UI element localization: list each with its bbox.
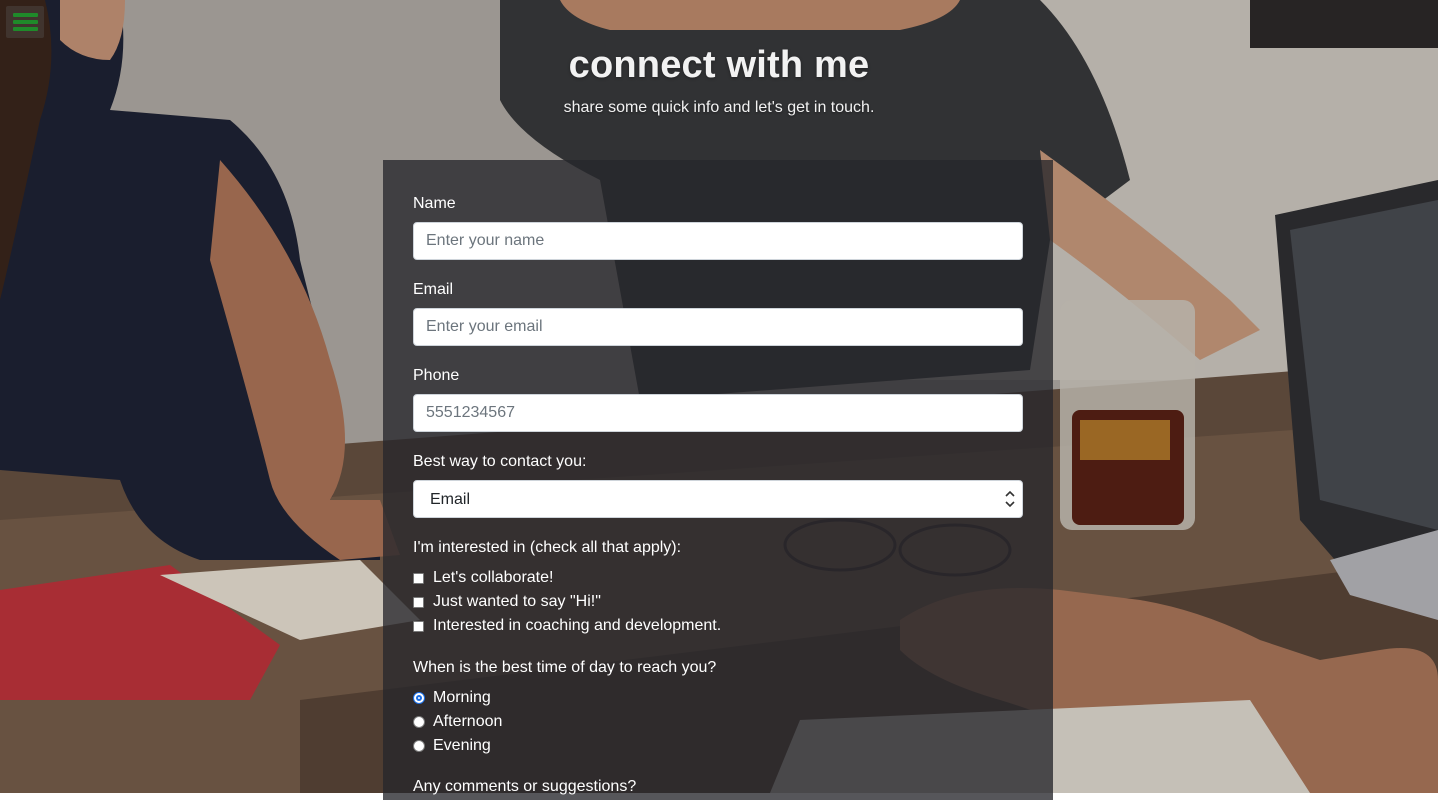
time-option[interactable]: Evening: [413, 735, 491, 757]
page-header: connect with me share some quick info an…: [0, 40, 1438, 120]
contact-method-selected: Email: [430, 491, 471, 508]
chevron-updown-icon: [1005, 490, 1015, 508]
interests-label: I'm interested in (check all that apply)…: [413, 539, 682, 556]
hamburger-bar: [13, 27, 38, 31]
contact-method-label: Best way to contact you:: [413, 453, 587, 470]
interest-option-label: Interested in coaching and development.: [433, 617, 722, 634]
time-option-label: Morning: [433, 689, 491, 706]
radio-button[interactable]: [413, 716, 425, 728]
checkbox[interactable]: [413, 572, 424, 584]
radio-button[interactable]: [413, 692, 425, 704]
interest-option-label: Let's collaborate!: [433, 569, 554, 586]
name-label: Name: [413, 195, 456, 212]
time-option-label: Afternoon: [433, 713, 503, 730]
time-option[interactable]: Afternoon: [413, 711, 502, 733]
hamburger-icon[interactable]: [6, 6, 44, 38]
hamburger-bar: [13, 13, 38, 17]
interest-option[interactable]: Just wanted to say "Hi!": [413, 591, 601, 613]
time-option-label: Evening: [433, 737, 491, 754]
radio-button[interactable]: [413, 740, 425, 752]
interest-option-label: Just wanted to say "Hi!": [433, 593, 601, 610]
hamburger-bar: [13, 20, 38, 24]
interest-option[interactable]: Let's collaborate!: [413, 567, 553, 589]
comments-label: Any comments or suggestions?: [413, 778, 637, 795]
page-title: connect with me: [568, 44, 870, 86]
name-input[interactable]: [413, 222, 1023, 260]
checkbox[interactable]: [413, 620, 424, 632]
email-label: Email: [413, 281, 454, 298]
interest-option[interactable]: Interested in coaching and development.: [413, 615, 721, 637]
checkbox[interactable]: [413, 596, 424, 608]
email-input[interactable]: [413, 308, 1023, 346]
page-subtitle: share some quick info and let's get in t…: [563, 99, 875, 116]
contact-form: Name Email Phone Best way to contact you…: [383, 160, 1053, 800]
contact-method-select[interactable]: Email: [413, 480, 1023, 518]
phone-label: Phone: [413, 367, 460, 384]
phone-input[interactable]: [413, 394, 1023, 432]
time-option[interactable]: Morning: [413, 687, 491, 709]
time-of-day-label: When is the best time of day to reach yo…: [413, 659, 717, 676]
